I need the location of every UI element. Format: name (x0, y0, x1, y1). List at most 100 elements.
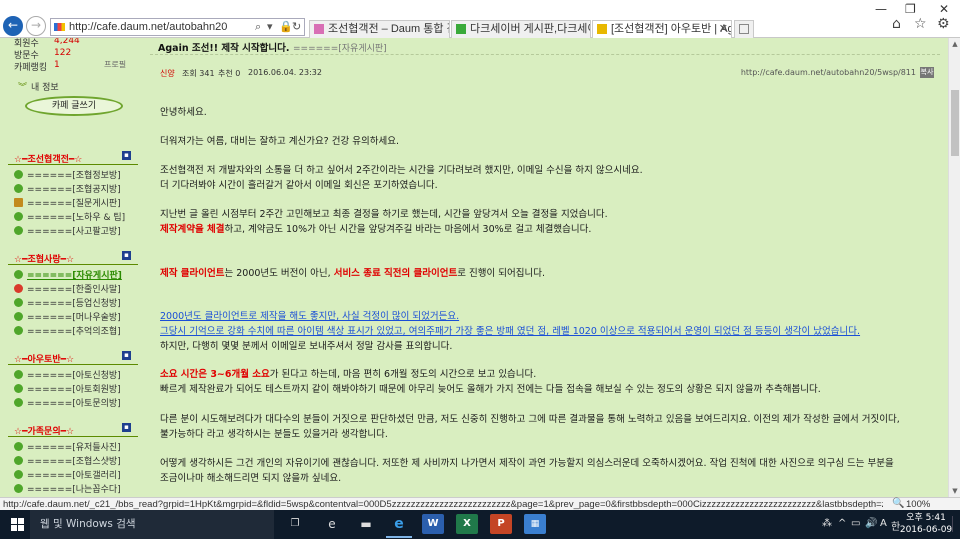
file-explorer-icon[interactable]: ▬ (355, 514, 377, 534)
board-icon (14, 370, 23, 379)
edge-icon[interactable]: e (321, 514, 343, 534)
windows-start-icon[interactable] (11, 518, 24, 531)
my-info-toggle[interactable]: ︾ 내 정보 (18, 80, 59, 93)
stat-value: 4,244 (54, 38, 80, 46)
battery-icon[interactable]: ▭ (851, 518, 860, 529)
close-window-icon[interactable]: ✕ (939, 2, 949, 16)
menu-item-label: ======[조협정보방] (27, 171, 121, 181)
board-icon (14, 226, 23, 235)
board-icon (14, 298, 23, 307)
refresh-icon[interactable]: ↻ (292, 20, 301, 33)
menu-item-label: ======[질문게시판] (27, 199, 121, 209)
menu-item[interactable]: ======[질문게시판] (14, 196, 121, 209)
menu-item[interactable]: ======[조협스샷방] (14, 454, 121, 467)
language-icon[interactable]: A (880, 518, 887, 529)
excel-icon[interactable]: X (456, 514, 478, 534)
menu-item[interactable]: ======[조협정보방] (14, 168, 121, 181)
app-icon[interactable]: ▦ (524, 514, 546, 534)
post-link[interactable]: 그당시 기억으로 강화 수치에 따른 아이템 색상 표시가 있었고, 여의주패가… (160, 323, 860, 337)
powerpoint-icon[interactable]: P (490, 514, 512, 534)
minimize-icon[interactable]: — (875, 2, 887, 16)
zoom-icon[interactable]: 🔍 (892, 498, 904, 509)
collapse-toggle-icon[interactable]: ▪ (122, 351, 131, 360)
tab-darksaver[interactable]: 다크세이버 게시판,다크세이버... (451, 20, 591, 38)
menu-item-free-board[interactable]: ======[자유게시판] (14, 268, 122, 281)
menu-item[interactable]: ======[조협공지방] (14, 182, 121, 195)
settings-gear-icon[interactable]: ⚙ (937, 16, 950, 32)
close-tab-icon[interactable]: ✕ (719, 21, 728, 37)
board-icon (14, 384, 23, 393)
collapse-toggle-icon[interactable]: ▪ (122, 251, 131, 260)
show-desktop-button[interactable] (952, 516, 958, 532)
post-title: Again 조선!! 제작 시작합니다. (158, 43, 290, 54)
menu-item[interactable]: ======[추억의조협] (14, 324, 121, 337)
restore-icon[interactable]: ❐ (905, 2, 916, 16)
back-button[interactable]: ← (3, 16, 23, 36)
post-paragraph: 빠르게 제작완료가 되어도 테스트까지 같이 해봐야하기 때문에 아무리 늦어도… (160, 384, 821, 395)
tab-autobahn[interactable]: [조선협객전] 아우토반 | Ag... ✕ (592, 20, 732, 38)
zoom-level[interactable]: 100% (906, 499, 930, 510)
cafe-write-button[interactable]: 카페 글쓰기 (25, 96, 123, 116)
scroll-up-arrow-icon[interactable]: ▲ (949, 38, 960, 50)
network-icon[interactable]: ⁂ (822, 518, 832, 529)
address-bar[interactable]: http://cafe.daum.net/autobahn20 ⌕ ▾ 🔒 ↻ (50, 18, 305, 36)
tab-favicon-icon (597, 24, 607, 34)
post-view: Again 조선!! 제작 시작합니다. ======[자유게시판] 신양 조회… (140, 38, 948, 497)
menu-item[interactable]: ======[아토회원방] (14, 382, 121, 395)
volume-icon[interactable]: 🔊 (865, 518, 877, 529)
post-link[interactable]: 2000년도 클라이언트로 제작을 해도 좋지만, 사실 걱정이 많이 되었거든… (160, 308, 459, 322)
home-icon[interactable]: ⌂ (892, 16, 901, 32)
taskbar-search-box[interactable]: 웹 및 Windows 검색 (30, 510, 274, 539)
scroll-down-arrow-icon[interactable]: ▼ (949, 485, 960, 497)
menu-item-label: ======[아토회원방] (27, 385, 121, 395)
menu-item[interactable]: ======[유저들사진] (14, 440, 121, 453)
tab-daum-search[interactable]: 조선협객전 – Daum 통합 검색 (309, 20, 450, 38)
collapse-toggle-icon[interactable]: ▪ (122, 423, 131, 432)
stat-label: 카페랭킹 (14, 63, 48, 73)
word-icon[interactable]: W (422, 514, 444, 534)
menu-item[interactable]: ======[아토신청방] (14, 368, 121, 381)
menu-item-label: ======[나는꼽수다] (27, 485, 121, 495)
chevron-up-icon[interactable]: ^ (838, 518, 846, 529)
menu-item[interactable]: ======[아토문의방] (14, 396, 121, 409)
menu-item[interactable]: ======[노하우 & 팁] (14, 210, 125, 223)
menu-item-label: ======[아토신청방] (27, 371, 121, 381)
post-paragraph: 불가능하다 라고 생각하시는 분들도 있을거라 생각합니다. (160, 429, 388, 440)
board-icon (14, 312, 23, 321)
menu-item[interactable]: ======[나는꼽수다] (14, 482, 121, 495)
vertical-scrollbar[interactable]: ▲ ▼ (948, 38, 960, 497)
menu-item-label: ======[노하우 & 팁] (27, 213, 126, 223)
taskbar-clock[interactable]: 오후 5:41 2016-06-09 (898, 512, 954, 536)
search-icon[interactable]: ⌕ (255, 20, 261, 34)
post-paragraph: 다른 분이 시도해보려다가 대다수의 분들이 거짓으로 판단하셨던 만큼, 저도… (160, 414, 900, 425)
section-divider (8, 364, 138, 365)
new-tab-button[interactable] (734, 20, 754, 38)
address-url[interactable]: http://cafe.daum.net/autobahn20 (69, 21, 227, 33)
post-paragraph: 지난번 글 올린 시점부터 2주간 고민해보고 최종 결정을 하기로 했는데, … (160, 209, 608, 220)
menu-item-label: ======[유저들사진] (27, 443, 121, 453)
stat-value: 1 (54, 60, 60, 70)
post-board-link[interactable]: ======[자유게시판] (293, 41, 387, 54)
post-author[interactable]: 신양 (160, 68, 175, 79)
profile-link[interactable]: 프로필 (104, 59, 126, 70)
collapse-toggle-icon[interactable]: ▪ (122, 151, 131, 160)
task-view-icon[interactable]: ❐ (284, 514, 306, 534)
board-icon (14, 212, 23, 221)
favorites-star-icon[interactable]: ☆ (914, 16, 927, 32)
highlight-text: 서비스 종료 직전의 클라이언트 (333, 268, 458, 279)
menu-item[interactable]: ======[아토갤러리] (14, 468, 121, 481)
menu-item[interactable]: ======[등업신청방] (14, 296, 121, 309)
menu-item[interactable]: ======[사고팔고방] (14, 224, 121, 237)
my-info-label: 내 정보 (31, 83, 59, 93)
post-url[interactable]: http://cafe.daum.net/autobahn20/5wsp/811 (741, 68, 916, 77)
dropdown-icon[interactable]: ▾ (267, 20, 273, 33)
forward-button[interactable]: → (26, 16, 46, 36)
menu-item[interactable]: ======[한줄인사말] (14, 282, 121, 295)
scroll-thumb[interactable] (951, 90, 959, 156)
section-divider (8, 264, 138, 265)
internet-explorer-icon[interactable]: e (386, 514, 412, 538)
chevron-down-icon: ︾ (18, 83, 28, 93)
menu-item[interactable]: ======[머나우술방] (14, 310, 121, 323)
copy-url-button[interactable]: 복사 (920, 67, 934, 78)
post-datetime: 2016.06.04. 23:32 (248, 68, 322, 77)
